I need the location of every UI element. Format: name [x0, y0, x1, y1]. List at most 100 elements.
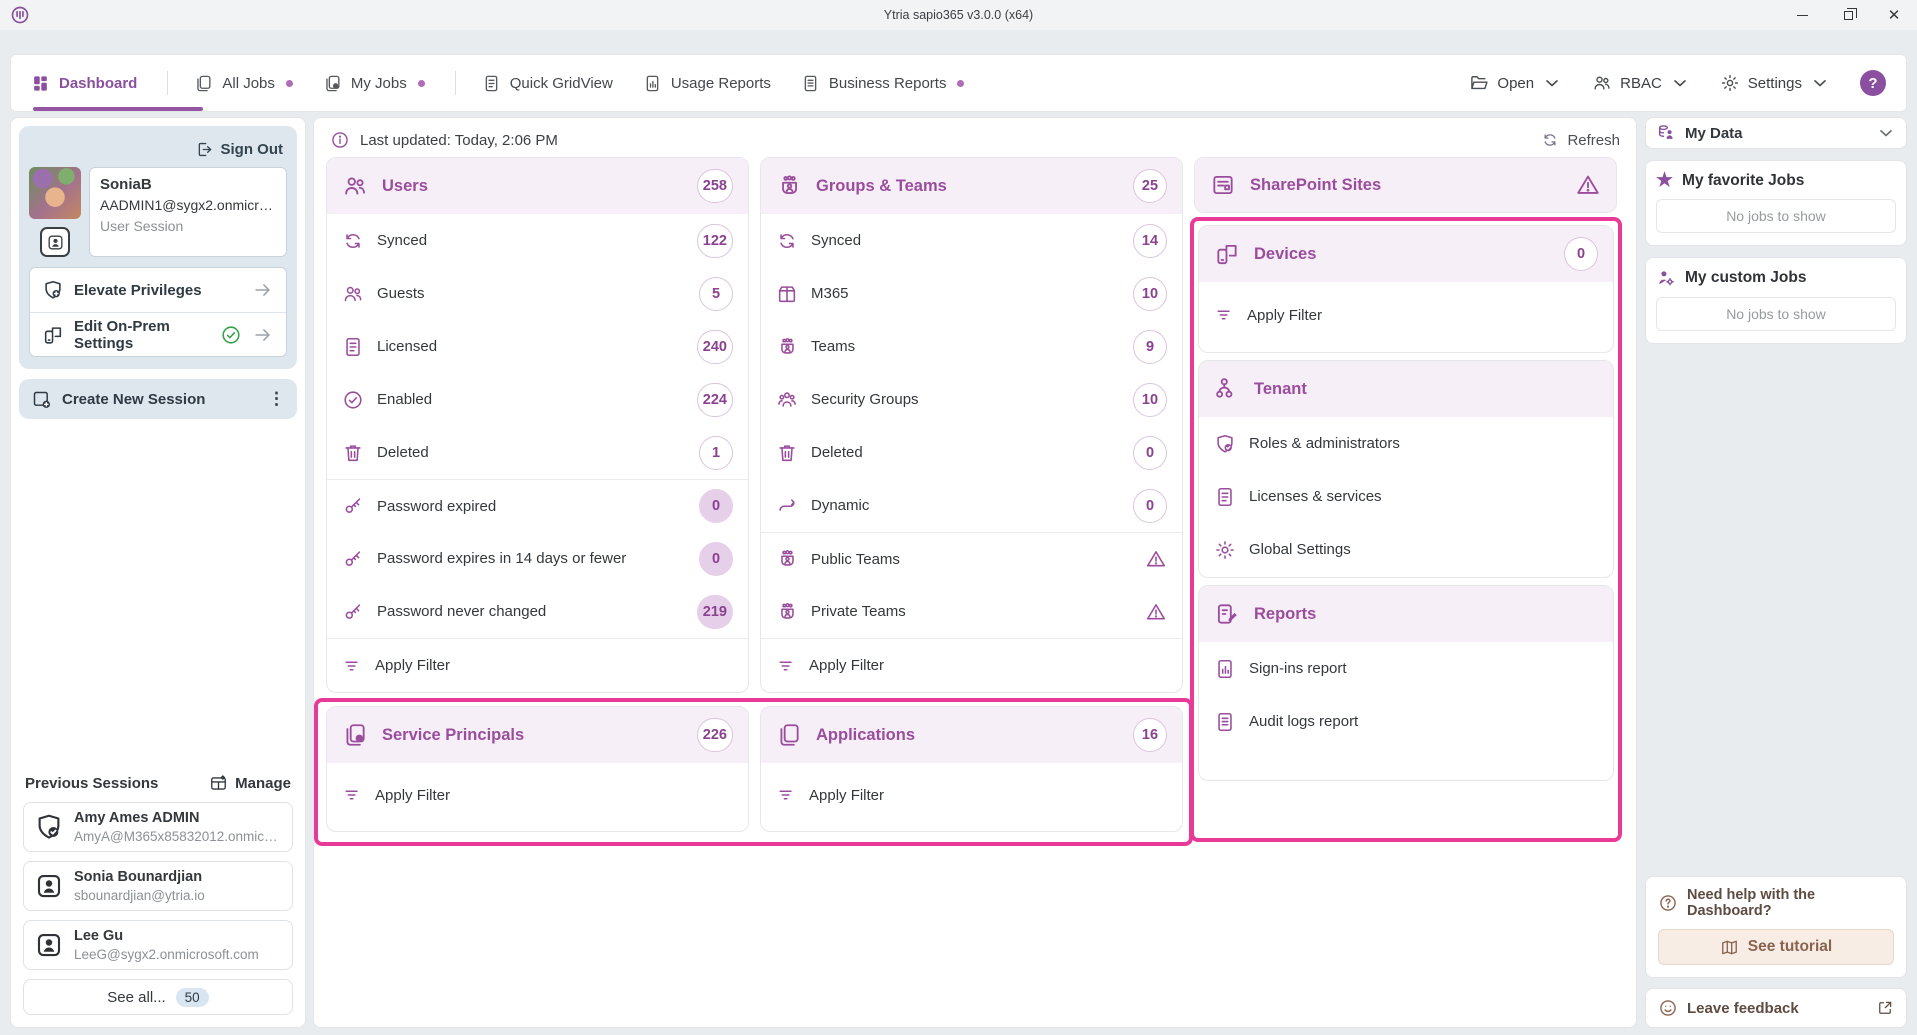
card-title: SharePoint Sites: [1250, 176, 1561, 195]
open-dropdown[interactable]: Open: [1469, 73, 1562, 93]
stat-row-dynamic[interactable]: Dynamic 0: [761, 479, 1182, 532]
avatar: [29, 167, 81, 219]
users-apply-filter[interactable]: Apply Filter: [327, 638, 748, 692]
stat-row-m365[interactable]: M365 10: [761, 267, 1182, 320]
tab-business-reports[interactable]: Business Reports: [801, 74, 965, 93]
chevron-down-icon: [1670, 73, 1690, 93]
sharepoint-sites-card[interactable]: SharePoint Sites: [1194, 157, 1617, 213]
chevron-down-icon: [1542, 73, 1562, 93]
session-item[interactable]: Amy Ames ADMIN AmyA@M365x85832012.onmicr…: [23, 802, 293, 852]
tab-my-jobs[interactable]: My Jobs: [323, 74, 425, 93]
stat-badge: 5: [699, 277, 733, 311]
close-button[interactable]: ✕: [1871, 0, 1917, 30]
tenant-row-roles[interactable]: Roles & administrators: [1199, 417, 1613, 470]
stat-badge: 0: [699, 489, 733, 523]
sync-icon: [342, 230, 364, 252]
stat-badge: 240: [697, 330, 733, 364]
arrow-right-icon: [252, 324, 274, 346]
sign-out-label: Sign Out: [221, 141, 284, 158]
stat-row-password-never-changed[interactable]: Password never changed 219: [327, 585, 748, 638]
user-badge-icon: [34, 930, 64, 960]
devices-icon: [1214, 241, 1240, 267]
stat-row-licensed[interactable]: Licensed 240: [327, 320, 748, 373]
tab-dashboard[interactable]: Dashboard: [31, 74, 137, 93]
minimize-button[interactable]: [1779, 0, 1825, 30]
tenant-card-header[interactable]: Tenant: [1199, 361, 1613, 417]
card-title: Users: [382, 177, 683, 196]
groups-count-badge: 25: [1133, 169, 1167, 203]
groups-apply-filter[interactable]: Apply Filter: [761, 638, 1182, 692]
trash-icon: [342, 442, 364, 464]
tab-label: Usage Reports: [671, 75, 771, 92]
stat-row-deleted[interactable]: Deleted 0: [761, 426, 1182, 479]
security-group-icon: [776, 389, 798, 411]
tab-label: Quick GridView: [510, 75, 613, 92]
question-circle-icon: [1658, 893, 1678, 913]
session-email: AmyA@M365x85832012.onmicros...: [74, 829, 282, 844]
service-principals-header[interactable]: Service Principals 226: [327, 707, 748, 763]
stat-row-password-expired[interactable]: Password expired 0: [327, 479, 748, 532]
tab-label: Business Reports: [829, 75, 947, 92]
reports-card-header[interactable]: Reports: [1199, 586, 1613, 642]
see-all-sessions-button[interactable]: See all... 50: [23, 979, 293, 1015]
tab-usage-reports[interactable]: Usage Reports: [643, 74, 771, 93]
stat-row-private-teams[interactable]: Private Teams: [761, 585, 1182, 638]
stat-badge: 219: [697, 595, 733, 629]
user-badge-icon: [34, 871, 64, 901]
report-row-audit-logs[interactable]: Audit logs report: [1199, 695, 1613, 748]
stat-row-enabled[interactable]: Enabled 224: [327, 373, 748, 426]
applications-apply-filter[interactable]: Apply Filter: [761, 763, 1182, 827]
tab-quick-gridview[interactable]: Quick GridView: [482, 74, 613, 93]
card-title: Devices: [1254, 245, 1550, 264]
devices-apply-filter[interactable]: Apply Filter: [1199, 282, 1613, 348]
users-card-header[interactable]: Users 258: [327, 158, 748, 214]
sign-out-button[interactable]: Sign Out: [29, 134, 287, 165]
session-item[interactable]: Sonia Bounardjian sbounardjian@ytria.io: [23, 861, 293, 911]
notification-dot: [418, 80, 425, 87]
sharepoint-icon: [1210, 172, 1236, 198]
service-principals-apply-filter[interactable]: Apply Filter: [327, 763, 748, 827]
stat-badge: 0: [1133, 436, 1167, 470]
settings-dropdown[interactable]: Settings: [1720, 73, 1830, 93]
folder-open-icon: [1469, 73, 1489, 93]
tab-all-jobs[interactable]: All Jobs: [194, 74, 293, 93]
tenant-row-global-settings[interactable]: Global Settings: [1199, 523, 1613, 576]
groups-card-header[interactable]: Groups & Teams 25: [761, 158, 1182, 214]
edit-onprem-settings-button[interactable]: Edit On-Prem Settings: [30, 312, 286, 356]
tenant-row-licenses[interactable]: Licenses & services: [1199, 470, 1613, 523]
see-tutorial-button[interactable]: See tutorial: [1658, 929, 1894, 965]
expand-icon: [1876, 999, 1894, 1017]
warning-icon: [1575, 172, 1601, 198]
restore-button[interactable]: [1825, 0, 1871, 30]
session-item[interactable]: Lee Gu LeeG@sygx2.onmicrosoft.com: [23, 920, 293, 970]
manage-sessions-button[interactable]: Manage: [209, 774, 291, 793]
rbac-dropdown[interactable]: RBAC: [1592, 73, 1690, 93]
elevate-privileges-button[interactable]: Elevate Privileges: [30, 268, 286, 312]
user-name: SoniaB: [100, 176, 276, 193]
stat-row-deleted[interactable]: Deleted 1: [327, 426, 748, 479]
window-titlebar: Ytria sapio365 v3.0.0 (x64) ✕: [0, 0, 1917, 30]
refresh-button[interactable]: Refresh: [1541, 131, 1620, 149]
my-data-toggle[interactable]: My Data: [1645, 117, 1907, 149]
stat-row-synced[interactable]: Synced 14: [761, 214, 1182, 267]
stat-row-synced[interactable]: Synced 122: [327, 214, 748, 267]
help-button[interactable]: ?: [1860, 70, 1886, 96]
kebab-menu-icon[interactable]: ⋮: [268, 389, 285, 409]
smiley-icon: [1658, 998, 1678, 1018]
session-name: Amy Ames ADMIN: [74, 810, 282, 826]
gear-icon: [1214, 539, 1236, 561]
report-row-signins[interactable]: Sign-ins report: [1199, 642, 1613, 695]
stat-row-guests[interactable]: Guests 5: [327, 267, 748, 320]
refresh-label: Refresh: [1567, 132, 1620, 149]
create-new-session-button[interactable]: Create New Session ⋮: [19, 379, 297, 419]
leave-feedback-button[interactable]: Leave feedback: [1645, 988, 1907, 1028]
stat-row-teams[interactable]: Teams 9: [761, 320, 1182, 373]
favorite-jobs-title: My favorite Jobs: [1682, 172, 1804, 190]
applications-header[interactable]: Applications 16: [761, 707, 1182, 763]
stat-row-security-groups[interactable]: Security Groups 10: [761, 373, 1182, 426]
devices-card-header[interactable]: Devices 0: [1199, 226, 1613, 282]
stat-row-public-teams[interactable]: Public Teams: [761, 532, 1182, 585]
stat-row-password-expires-soon[interactable]: Password expires in 14 days or fewer 0: [327, 532, 748, 585]
stat-badge: 14: [1133, 224, 1167, 258]
devices-icon: [42, 324, 64, 346]
